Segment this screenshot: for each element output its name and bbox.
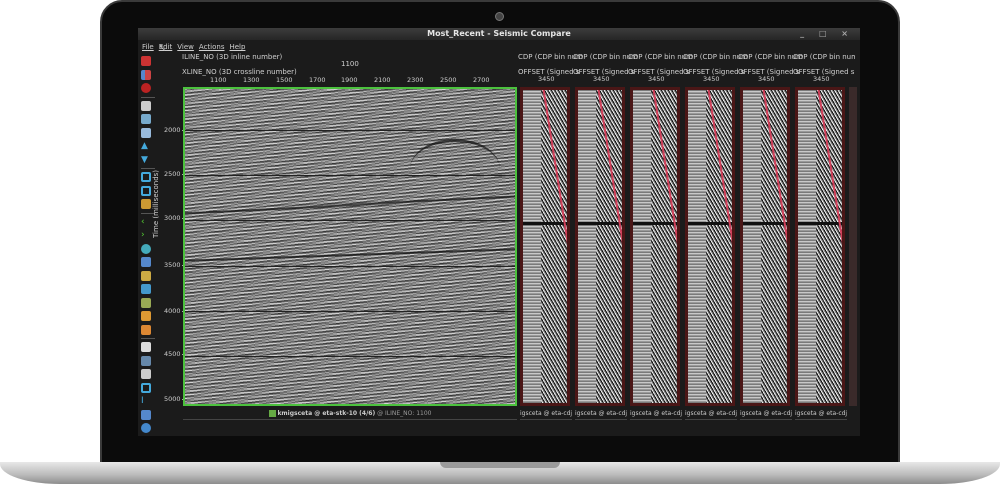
y-tick: 4000 xyxy=(164,307,188,315)
seismic-section-panel[interactable] xyxy=(183,87,517,406)
x-tick: 2500 xyxy=(440,76,457,84)
y-tick: 2500 xyxy=(164,170,188,178)
image-icon[interactable] xyxy=(141,257,151,267)
menu-actions[interactable]: Actions xyxy=(199,43,225,51)
menu-file[interactable]: File xyxy=(142,43,154,51)
x-tick: 1900 xyxy=(341,76,358,84)
resize-icon[interactable] xyxy=(141,382,151,393)
wave-icon[interactable] xyxy=(141,297,151,308)
gather-footer: igsceta @ eta-cdj xyxy=(685,408,737,420)
cursor-icon: ↖ xyxy=(158,43,167,54)
document-icon[interactable] xyxy=(141,270,151,281)
gather-value: 3450 xyxy=(538,75,555,83)
x-tick: 2700 xyxy=(473,76,490,84)
frame-icon[interactable] xyxy=(141,172,151,182)
webcam xyxy=(495,12,504,21)
y-tick: 5000 xyxy=(164,395,188,403)
gather-footer: igsceta @ eta-cdj xyxy=(740,408,792,420)
y-tick: 2000 xyxy=(164,126,188,134)
laptop-notch xyxy=(440,462,560,468)
gather-value: 3450 xyxy=(648,75,665,83)
y-axis-label: Time (milliseconds) xyxy=(152,169,160,238)
gather-panel[interactable] xyxy=(740,87,790,406)
gather-value: 3450 xyxy=(758,75,775,83)
close-tool-icon[interactable] xyxy=(141,56,151,66)
x-tick: 1700 xyxy=(309,76,326,84)
y-tick: 3000 xyxy=(164,214,188,222)
anticline-feature xyxy=(410,139,500,199)
arrow-up-icon[interactable]: ▲ xyxy=(141,141,151,151)
gather-footer: igsceta @ eta-cdj xyxy=(520,408,572,420)
palette-icon[interactable] xyxy=(141,199,151,209)
frame-2-icon[interactable] xyxy=(141,185,151,196)
copy-icon[interactable] xyxy=(141,127,151,138)
chevron-left-icon[interactable]: ‹ xyxy=(141,217,151,227)
chevron-right-icon[interactable]: › xyxy=(141,230,151,240)
zoom-icon[interactable] xyxy=(141,423,151,433)
window-title: Most_Recent - Seismic Compare xyxy=(427,29,571,38)
gather-panel[interactable] xyxy=(630,87,680,406)
arrow-down-icon[interactable]: ▼ xyxy=(141,155,151,165)
gather-value: 3450 xyxy=(593,75,610,83)
gather-value: 3450 xyxy=(813,75,830,83)
hand-icon[interactable] xyxy=(141,342,151,352)
pointer-icon[interactable] xyxy=(141,369,151,379)
window-controls[interactable]: _ □ × xyxy=(800,28,854,40)
y-tick: 3500 xyxy=(164,261,188,269)
gather-cdp-label: CDP (CDP bin num xyxy=(793,53,855,61)
chart-icon[interactable] xyxy=(141,284,151,294)
xline-axis-label: XLINE_NO (3D crossline number) xyxy=(182,68,297,76)
inline-axis-label: ILINE_NO (3D inline number) xyxy=(182,53,283,61)
globe-icon[interactable] xyxy=(141,243,151,254)
save-icon[interactable] xyxy=(141,114,151,124)
x-tick: 1300 xyxy=(243,76,260,84)
x-tick: 2300 xyxy=(407,76,424,84)
fill-icon[interactable] xyxy=(141,409,151,420)
picture-icon[interactable] xyxy=(141,311,151,321)
record-tool-icon[interactable] xyxy=(141,83,151,93)
gather-value: 3450 xyxy=(703,75,720,83)
gather-footer: igsceta @ eta-cdj xyxy=(575,408,627,420)
dataset-label: kmigsceta @ eta-stk-10 (4/6) xyxy=(277,410,376,417)
seismic-compare-window: Most_Recent - Seismic Compare _ □ × File… xyxy=(138,28,860,436)
menu-help[interactable]: Help xyxy=(229,43,245,51)
menu-view[interactable]: View xyxy=(177,43,194,51)
tool-bar: ▲ ▼ ‹ › I xyxy=(141,54,155,436)
x-tick: 1500 xyxy=(276,76,293,84)
x-tick: 2100 xyxy=(374,76,391,84)
gather-panel[interactable] xyxy=(520,87,570,406)
vertical-scrollbar[interactable] xyxy=(849,87,857,406)
x-tick: 1100 xyxy=(210,76,227,84)
title-bar: Most_Recent - Seismic Compare _ □ × xyxy=(138,28,860,40)
dataset-color-icon xyxy=(268,410,276,417)
gather-panel[interactable] xyxy=(795,87,845,406)
y-tick: 4500 xyxy=(164,350,188,358)
select-icon[interactable] xyxy=(141,355,151,366)
text-cursor-icon[interactable]: I xyxy=(141,396,151,406)
gather-panel[interactable] xyxy=(685,87,735,406)
print-icon[interactable] xyxy=(141,100,151,111)
gather-panel[interactable] xyxy=(575,87,625,406)
inline-number-label: @ ILINE_NO: 1100 xyxy=(377,410,432,417)
gather-footer: igsceta @ eta-cdj xyxy=(630,408,682,420)
gather-footer: igsceta @ eta-cdj xyxy=(795,408,847,420)
layers-tool-icon[interactable] xyxy=(141,69,151,80)
main-footer: kmigsceta @ eta-stk-10 (4/6) @ ILINE_NO:… xyxy=(183,408,517,420)
picture-2-icon[interactable] xyxy=(141,324,151,335)
inline-value: 1100 xyxy=(341,60,359,68)
